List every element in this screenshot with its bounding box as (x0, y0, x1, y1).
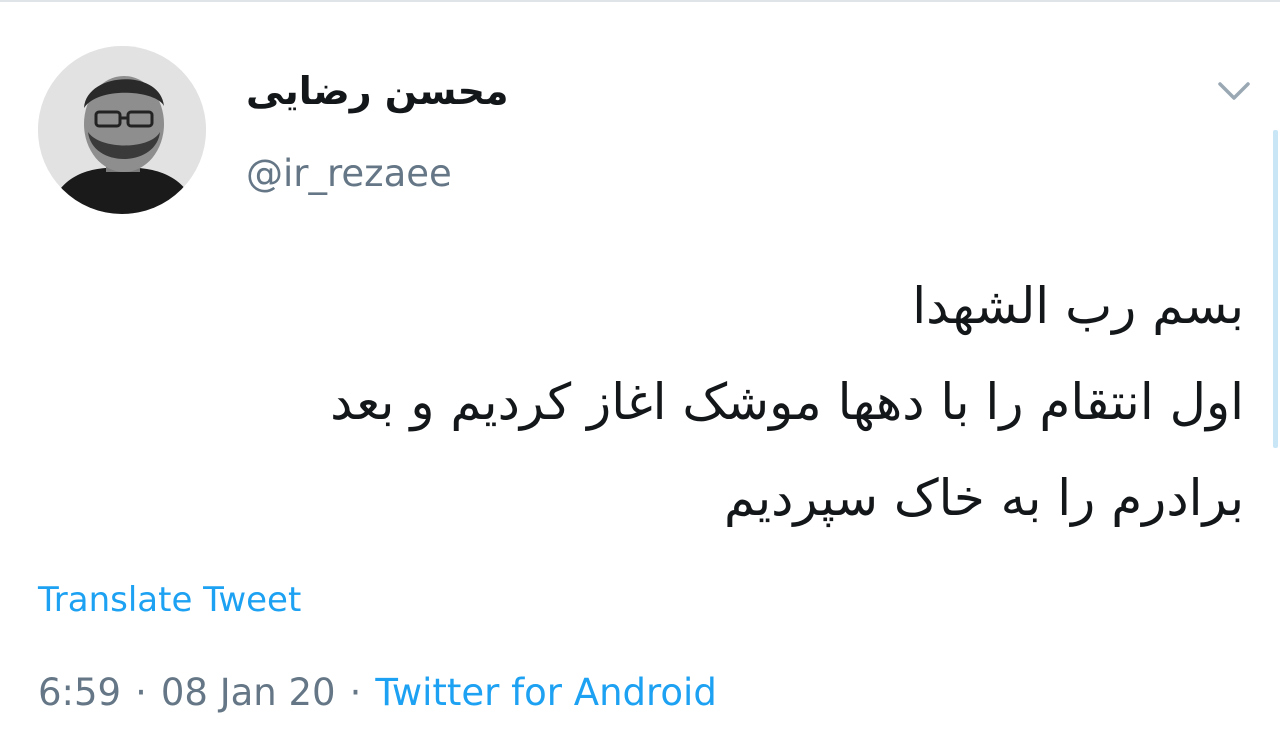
more-options-button[interactable] (1212, 74, 1256, 110)
tweet-text: بسم رب الشهدا اول انتقام را با دهها موشک… (44, 258, 1244, 546)
tweet-text-line: اول انتقام را با دهها موشک اغاز کردیم و … (330, 373, 1244, 431)
tweet-card: محسن رضایی @ir_rezaee بسم رب الشهدا اول … (0, 0, 1280, 751)
display-name[interactable]: محسن رضایی (246, 66, 509, 116)
chevron-down-icon (1218, 82, 1250, 100)
tweet-text-line: برادرم را به خاک سپردیم (723, 469, 1244, 527)
avatar-photo (38, 46, 206, 214)
tweet-time: 6:59 (38, 671, 122, 714)
tweet-source-link[interactable]: Twitter for Android (375, 671, 716, 714)
scrollbar[interactable] (1273, 130, 1278, 448)
tweet-date: 08 Jan 20 (160, 671, 336, 714)
tweet-metadata: 6:59 · 08 Jan 20 · Twitter for Android (38, 667, 717, 719)
separator-dot: · (135, 671, 147, 714)
avatar[interactable] (38, 46, 206, 214)
separator-dot: · (349, 671, 362, 714)
tweet-text-line: بسم رب الشهدا (912, 277, 1244, 335)
user-handle[interactable]: @ir_rezaee (246, 150, 452, 198)
translate-tweet-link[interactable]: Translate Tweet (38, 576, 301, 624)
